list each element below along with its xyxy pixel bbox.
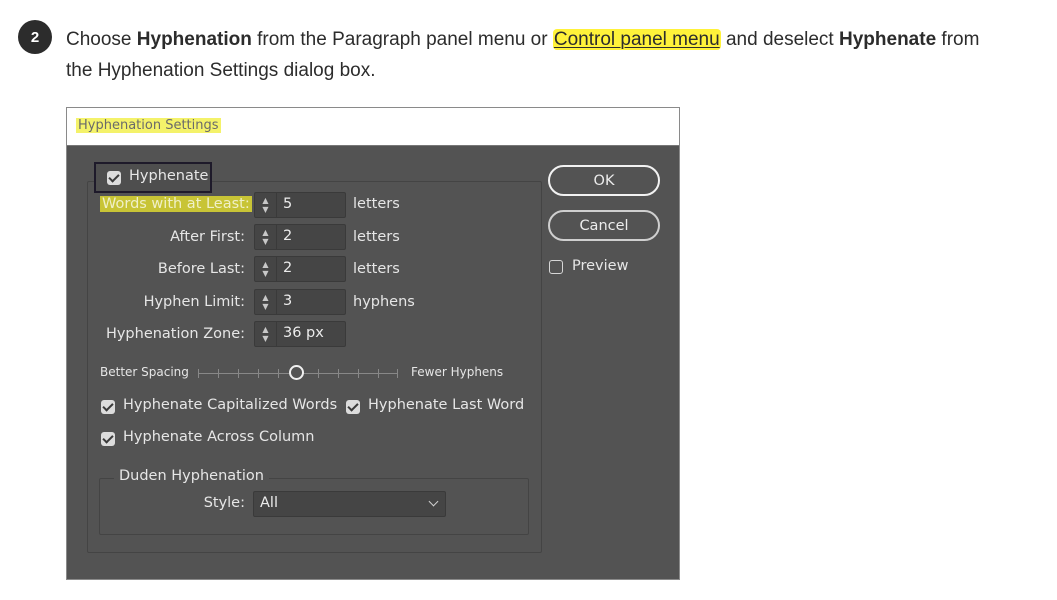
preview-checkbox[interactable] [549, 260, 563, 274]
hyphenate-label[interactable]: Hyphenate [129, 168, 208, 184]
stepper-arrows-icon[interactable]: ▲ ▼ [255, 322, 277, 346]
last-word-checkbox[interactable] [346, 400, 360, 414]
unit-label: letters [353, 196, 400, 212]
words-at-least-label: Words with at Least: [100, 196, 252, 212]
chevron-down-icon[interactable] [428, 496, 439, 507]
step-number-badge: 2 [18, 20, 52, 54]
cancel-button[interactable]: Cancel [548, 210, 660, 241]
instruction-highlight: Control panel menu [552, 29, 721, 50]
unit-label: letters [353, 261, 400, 277]
ok-button[interactable]: OK [548, 165, 660, 196]
preview-label[interactable]: Preview [572, 258, 628, 274]
hyphen-limit-label: Hyphen Limit: [143, 294, 245, 310]
instruction-part: from the Paragraph panel menu or [251, 29, 553, 50]
stepper-arrows-icon[interactable]: ▲ ▼ [255, 257, 277, 281]
stepper-value[interactable]: 2 [283, 260, 292, 276]
capitalized-words-label[interactable]: Hyphenate Capitalized Words [123, 397, 337, 413]
fewer-hyphens-label: Fewer Hyphens [411, 365, 504, 379]
slider-tick [358, 369, 359, 378]
slider-tick [258, 369, 259, 378]
unit-label: letters [353, 229, 400, 245]
spacing-slider-knob[interactable] [289, 365, 304, 380]
duden-title: Duden Hyphenation [114, 468, 269, 484]
style-label: Style: [203, 495, 245, 511]
across-column-checkbox[interactable] [101, 432, 115, 446]
hyphenation-zone-stepper[interactable]: ▲ ▼ 36 px [254, 321, 346, 347]
after-first-stepper[interactable]: ▲ ▼ 2 [254, 224, 346, 250]
instruction-part: Choose [66, 29, 137, 50]
stepper-value[interactable]: 36 px [283, 325, 324, 341]
slider-tick [238, 369, 239, 378]
hyphenate-checkbox[interactable] [107, 171, 121, 185]
stepper-arrows-icon[interactable]: ▲ ▼ [255, 225, 277, 249]
instruction-text: Choose Hyphenation from the Paragraph pa… [66, 24, 986, 86]
before-last-label: Before Last: [157, 261, 245, 277]
style-select-value[interactable]: All [260, 495, 278, 511]
stepper-value[interactable]: 2 [283, 228, 292, 244]
stepper-arrows-icon[interactable]: ▲ ▼ [255, 193, 277, 217]
unit-label: hyphens [353, 294, 415, 310]
instruction-bold-hyphenation: Hyphenation [136, 29, 252, 50]
before-last-stepper[interactable]: ▲ ▼ 2 [254, 256, 346, 282]
slider-tick [198, 369, 199, 378]
hyphenate-checkbox-focus[interactable]: Hyphenate [94, 162, 212, 193]
stepper-value[interactable]: 5 [283, 196, 292, 212]
slider-tick [318, 369, 319, 378]
stepper-arrows-icon[interactable]: ▲ ▼ [255, 290, 277, 314]
slider-tick [278, 369, 279, 378]
slider-tick [397, 369, 398, 378]
hyphen-limit-stepper[interactable]: ▲ ▼ 3 [254, 289, 346, 315]
across-column-label[interactable]: Hyphenate Across Column [123, 429, 315, 445]
style-select[interactable]: All [253, 491, 446, 517]
after-first-label: After First: [170, 229, 245, 245]
dialog-titlebar[interactable]: Hyphenation Settings [67, 108, 679, 146]
last-word-label[interactable]: Hyphenate Last Word [368, 397, 524, 413]
slider-tick [218, 369, 219, 378]
better-spacing-label: Better Spacing [100, 365, 189, 379]
words-at-least-label-text: Words with at Least: [100, 196, 252, 212]
slider-tick [378, 369, 379, 378]
instruction-part: and deselect [720, 29, 839, 50]
dialog-title: Hyphenation Settings [76, 118, 221, 133]
instruction-bold-hyphenate: Hyphenate [839, 29, 937, 50]
capitalized-words-checkbox[interactable] [101, 400, 115, 414]
slider-tick [338, 369, 339, 378]
hyphenation-zone-label: Hyphenation Zone: [105, 326, 245, 342]
stepper-value[interactable]: 3 [283, 293, 292, 309]
hyphenation-settings-dialog: Hyphenation Settings Hyphenate Words wit… [66, 107, 680, 580]
words-at-least-stepper[interactable]: ▲ ▼ 5 [254, 192, 346, 218]
